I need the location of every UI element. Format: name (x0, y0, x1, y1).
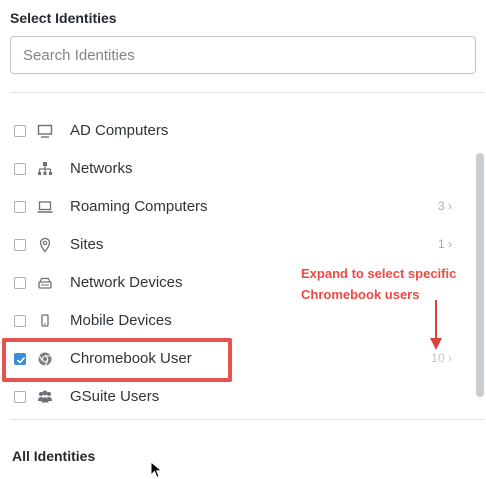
checkbox[interactable] (14, 201, 26, 213)
list-scrollbar[interactable] (476, 153, 484, 397)
list-item-roaming-computers[interactable]: Roaming Computers 3 › (10, 189, 474, 227)
item-count-expand[interactable]: 10 › (431, 351, 452, 365)
item-label: GSuite Users (70, 388, 160, 405)
item-count[interactable]: 3 › (438, 199, 452, 213)
item-label: AD Computers (70, 122, 169, 139)
item-label: Mobile Devices (70, 312, 172, 329)
annotation-callout: Expand to select specific Chromebook use… (301, 263, 456, 305)
item-label: Roaming Computers (70, 198, 208, 215)
all-identities-title: All Identities (12, 448, 96, 464)
list-item[interactable] (10, 93, 474, 105)
item-count[interactable]: 1 › (438, 237, 452, 251)
checkbox[interactable] (14, 239, 26, 251)
list-item-sites[interactable]: Sites 1 › (10, 227, 474, 265)
mobile-icon (41, 314, 49, 327)
item-label: Sites (70, 236, 104, 253)
list-item-networks[interactable]: Networks (10, 151, 474, 189)
checkbox[interactable] (14, 163, 26, 175)
item-label: Networks (70, 160, 133, 177)
list-item-ad-computers[interactable]: AD Computers (10, 113, 474, 151)
checkbox[interactable] (14, 125, 26, 137)
annotation-arrow-icon (430, 300, 442, 350)
checkbox[interactable] (14, 277, 26, 289)
network-device-icon (38, 277, 52, 289)
checkbox[interactable] (14, 391, 26, 403)
location-pin-icon (39, 237, 51, 253)
item-label: Network Devices (70, 274, 183, 291)
mouse-cursor-icon (150, 461, 163, 479)
highlight-box (2, 338, 232, 382)
search-input[interactable] (10, 36, 476, 74)
list-item-gsuite-users[interactable]: GSuite Users (10, 379, 474, 417)
list-item-mobile-devices[interactable]: Mobile Devices (10, 303, 474, 341)
users-icon (38, 390, 52, 403)
checkbox[interactable] (14, 315, 26, 327)
monitor-icon (37, 124, 53, 138)
section-title: Select Identities (10, 10, 117, 26)
network-icon (38, 162, 52, 175)
laptop-icon (37, 201, 53, 213)
annotation-line: Expand to select specific (301, 266, 457, 281)
